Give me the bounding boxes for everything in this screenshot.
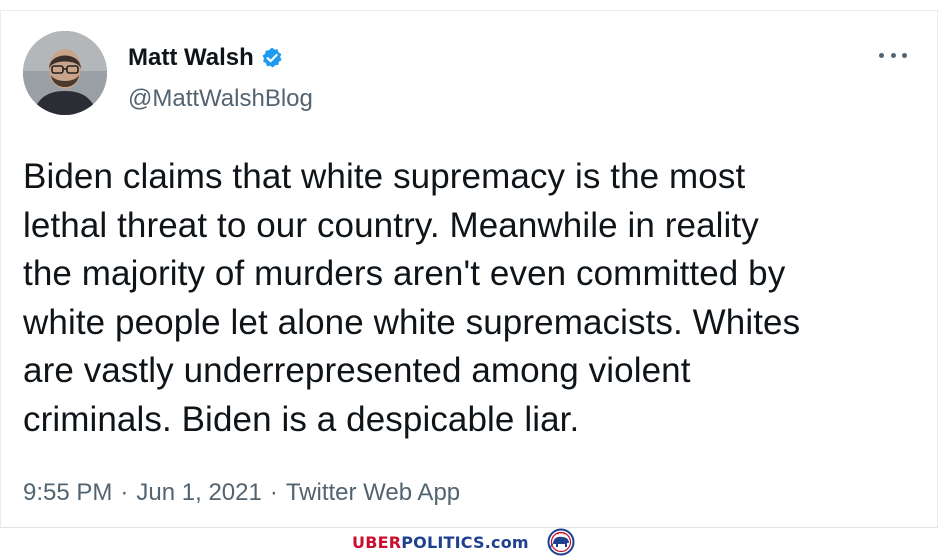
author-handle[interactable]: @MattWalshBlog xyxy=(128,85,313,113)
dot xyxy=(890,52,896,58)
tweet-time[interactable]: 9:55 PM xyxy=(23,479,112,507)
watermark-politics: POLITICS xyxy=(401,532,485,552)
dot xyxy=(879,52,884,58)
tweet-source[interactable]: Twitter Web App xyxy=(286,479,460,507)
meta-separator: · xyxy=(120,479,129,506)
watermark-text: UBERPOLITICS.com xyxy=(352,533,529,552)
profile-photo-icon xyxy=(23,31,107,115)
watermark: UBERPOLITICS.com xyxy=(352,528,581,556)
tweet-meta: 9:55 PM · Jun 1, 2021 · Twitter Web App xyxy=(23,479,460,507)
dot xyxy=(902,52,907,58)
more-options-ellipsis-icon[interactable] xyxy=(879,45,907,65)
meta-separator: · xyxy=(269,479,278,506)
watermark-com: .com xyxy=(484,532,529,552)
tweet-date[interactable]: Jun 1, 2021 xyxy=(136,479,261,507)
tweet-text: Biden claims that white supremacy is the… xyxy=(23,157,801,439)
author-name-row: Matt Walsh xyxy=(128,41,284,75)
verified-badge-icon xyxy=(262,47,282,68)
author-display-name[interactable]: Matt Walsh xyxy=(128,44,254,72)
elephant-seal-logo-icon xyxy=(547,528,575,556)
avatar[interactable] xyxy=(23,31,107,115)
tweet-card: Matt Walsh @MattWalshBlog Biden claims t… xyxy=(0,10,938,528)
watermark-uber: UBER xyxy=(352,532,402,552)
